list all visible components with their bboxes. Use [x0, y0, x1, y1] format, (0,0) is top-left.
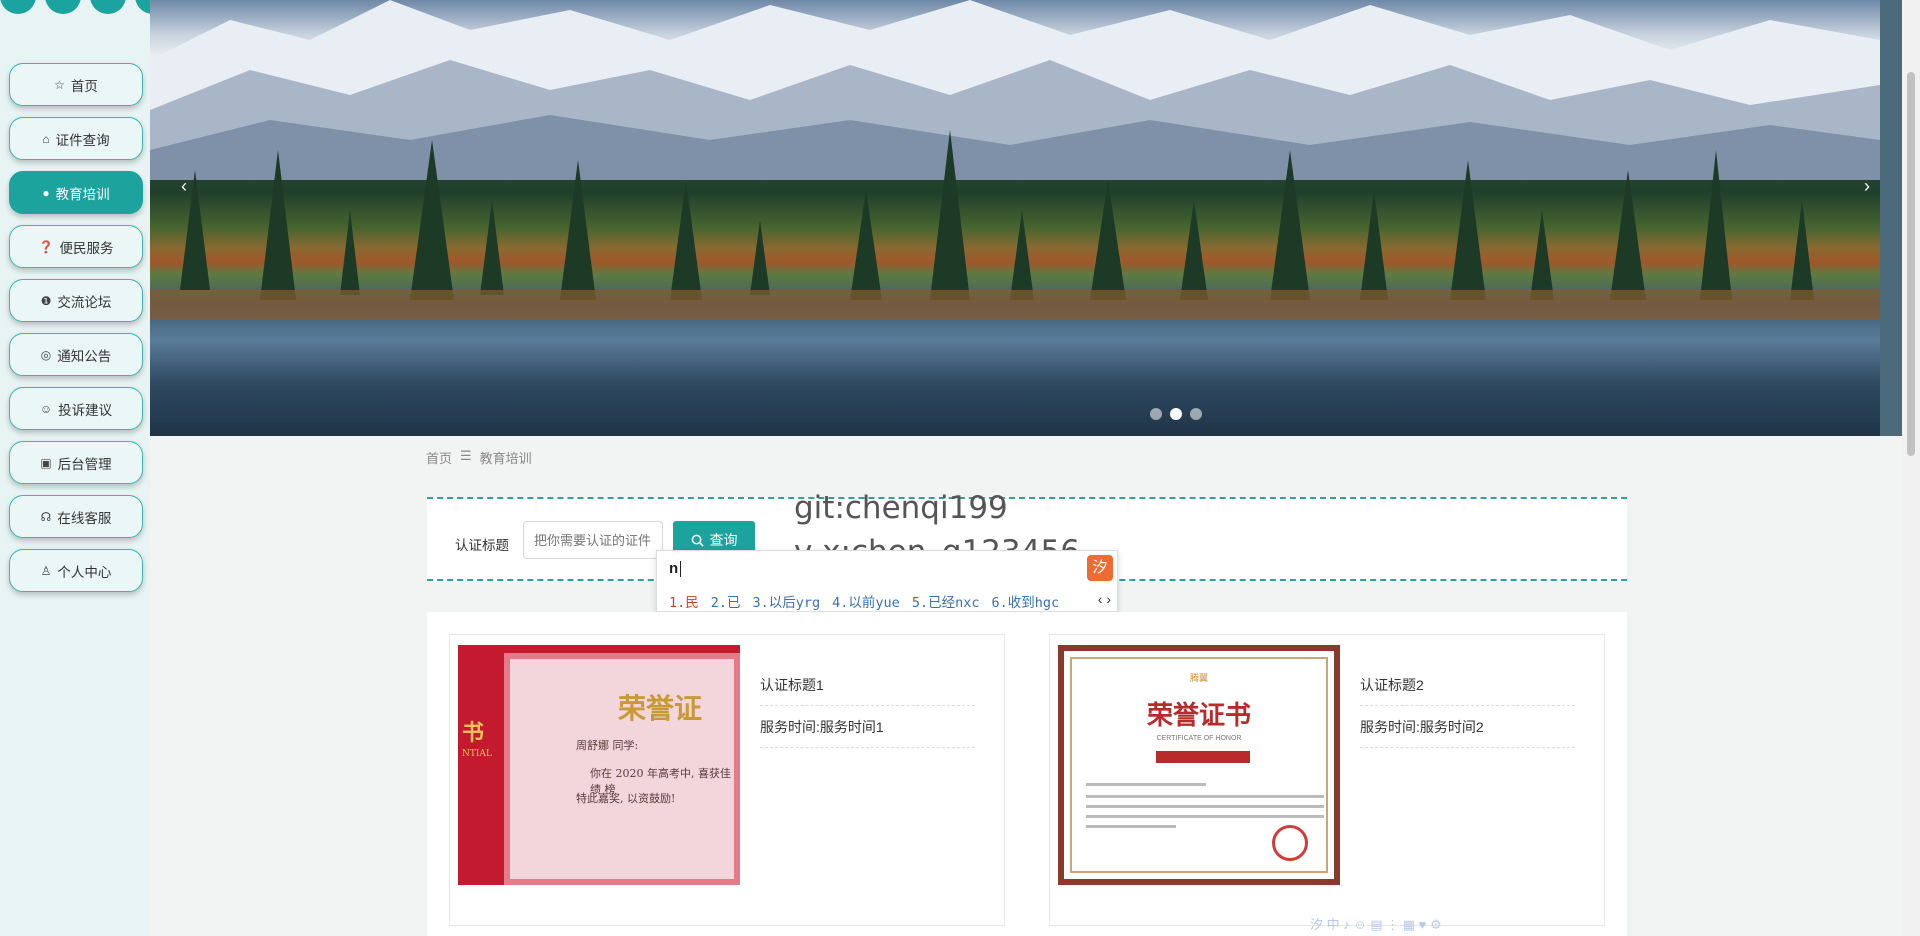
cert-title-text: 荣誉证书: [1146, 701, 1251, 731]
info-circle-icon: ❶: [40, 293, 52, 308]
breadcrumb-current: 教育培训: [479, 451, 532, 466]
sidebar-item-label: 投诉建议: [58, 402, 113, 418]
sidebar: ☆ 首页 ⌂ 证件查询 ● 教育培训 ❓ 便民服务 ❶ 交流论坛 ◎ 通知公告 ☺ 投诉建议 ▣ 后台管理 ☊ 在…: [0, 0, 171, 936]
carousel-dot[interactable]: [1170, 408, 1182, 420]
sidebar-item-label: 通知公告: [57, 348, 112, 364]
breadcrumb-separator-icon: ☰: [460, 448, 472, 463]
sidebar-item[interactable]: ☺ 投诉建议: [9, 387, 143, 430]
cert-brand-text: 腾翼: [1189, 673, 1208, 683]
user-icon: ♙: [40, 563, 52, 578]
certificate-list: 书 NTIAL 荣誉证 周舒娜 同学: 你在 2020 年高考中, 喜获佳绩 榜…: [427, 612, 1627, 936]
search-icon: [691, 534, 704, 547]
sidebar-item[interactable]: ◎ 通知公告: [9, 333, 143, 376]
star-icon: ☆: [54, 77, 65, 92]
question-circle-icon: ❓: [38, 239, 54, 254]
sidebar-item[interactable]: ❓ 便民服务: [9, 225, 143, 268]
ime-toolbar[interactable]: 汐 中 ♪ ☺ ▤ ⋮ ▦ ♥ ⚙: [1310, 914, 1442, 933]
sidebar-item-label: 证件查询: [55, 132, 110, 148]
certificate-image[interactable]: 腾翼 荣誉证书 CERTIFICATE OF HONOR: [1058, 645, 1340, 885]
sidebar-item[interactable]: ⌂ 证件查询: [9, 117, 143, 160]
top-circle[interactable]: [0, 0, 36, 14]
sidebar-item[interactable]: ● 教育培训: [9, 171, 143, 214]
certificate-card[interactable]: 腾翼 荣誉证书 CERTIFICATE OF HONOR 认证标题2 服务时间:…: [1049, 634, 1605, 926]
top-circle[interactable]: [90, 0, 126, 14]
card-title[interactable]: 认证标题1: [760, 675, 975, 706]
cert-line2-text: 特此嘉奖, 以资鼓励!: [576, 792, 676, 805]
cert-side-text: 书: [462, 720, 485, 745]
banner-prev-arrow[interactable]: ‹: [174, 176, 194, 197]
cert-side-subtext: NTIAL: [462, 749, 492, 759]
page-scrollbar[interactable]: [1902, 0, 1920, 936]
ime-candidate[interactable]: 1.民: [669, 591, 699, 611]
top-circle-buttons: [0, 0, 171, 14]
carousel-dot[interactable]: [1150, 408, 1162, 420]
ime-candidate[interactable]: 2.已: [711, 591, 741, 611]
sidebar-item-label: 首页: [70, 78, 98, 94]
certificate-card[interactable]: 书 NTIAL 荣誉证 周舒娜 同学: 你在 2020 年高考中, 喜获佳绩 榜…: [449, 634, 1005, 926]
certificate-image[interactable]: 书 NTIAL 荣誉证 周舒娜 同学: 你在 2020 年高考中, 喜获佳绩 榜…: [458, 645, 740, 885]
ime-candidate[interactable]: 3.以后yrg: [753, 591, 821, 611]
ime-candidate[interactable]: 6.收到hgc: [991, 591, 1059, 611]
top-circle[interactable]: [45, 0, 81, 14]
carousel-dot[interactable]: [1190, 408, 1202, 420]
ime-logo-icon[interactable]: 汐: [1087, 555, 1113, 581]
banner-next-arrow[interactable]: ›: [1857, 176, 1877, 197]
sidebar-item[interactable]: ▣ 后台管理: [9, 441, 143, 484]
card-title[interactable]: 认证标题2: [1360, 675, 1575, 706]
sidebar-item[interactable]: ❶ 交流论坛: [9, 279, 143, 322]
sidebar-item-label: 交流论坛: [57, 294, 112, 310]
breadcrumb-home[interactable]: 首页: [426, 448, 452, 467]
sidebar-item[interactable]: ☊ 在线客服: [9, 495, 143, 538]
sidebar-item-label: 便民服务: [59, 240, 114, 256]
card-service-time: 服务时间:服务时间2: [1360, 717, 1575, 748]
globe-icon: ◎: [40, 347, 52, 362]
banner-edge: [1880, 0, 1902, 436]
cert-name-text: 周舒娜 同学:: [576, 739, 639, 752]
ime-candidate[interactable]: 4.以前yue: [832, 591, 900, 611]
cert-seal-icon: [1272, 825, 1308, 861]
info-circle-icon: ●: [42, 185, 50, 200]
search-button-label: 查询: [709, 532, 738, 548]
cert-subtitle-text: CERTIFICATE OF HONOR: [1156, 735, 1242, 742]
bag-icon: ⌂: [42, 131, 50, 146]
search-label: 认证标题: [455, 538, 509, 553]
ime-candidate[interactable]: 5.已经nxc: [912, 591, 980, 611]
sidebar-item-label: 教育培训: [55, 186, 110, 202]
banner-carousel: ‹ ›: [150, 0, 1880, 436]
ime-candidate-window: n 汐 1.民 2.已 3.以后yrg 4.以前yue 5.已经nxc 6.收到hgc ‹…: [656, 550, 1118, 612]
ime-candidates: 1.民 2.已 3.以后yrg 4.以前yue 5.已经nxc 6.收到hgc: [669, 591, 1059, 611]
search-input[interactable]: [523, 521, 663, 559]
scrollbar-thumb[interactable]: [1907, 72, 1915, 456]
headset-icon: ☊: [40, 509, 52, 524]
sidebar-item-label: 在线客服: [57, 510, 112, 526]
sidebar-item[interactable]: ☆ 首页: [9, 63, 143, 106]
briefcase-icon: ▣: [40, 455, 52, 470]
carousel-indicators: [1150, 408, 1202, 420]
card-service-time: 服务时间:服务时间1: [760, 717, 975, 748]
sidebar-item-label: 个人中心: [57, 564, 112, 580]
sidebar-item-label: 后台管理: [57, 456, 112, 472]
smile-icon: ☺: [39, 401, 53, 416]
breadcrumb: 首页 ☰ 教育培训: [426, 448, 532, 467]
ime-input-text: n: [669, 560, 682, 578]
cert-title-text: 荣誉证: [618, 692, 703, 725]
forest-image: [150, 130, 1880, 320]
ime-page-arrows[interactable]: ‹ ›: [1098, 591, 1111, 607]
watermark-line1: git:chenqi199: [794, 490, 1008, 526]
sidebar-item[interactable]: ♙ 个人中心: [9, 549, 143, 592]
